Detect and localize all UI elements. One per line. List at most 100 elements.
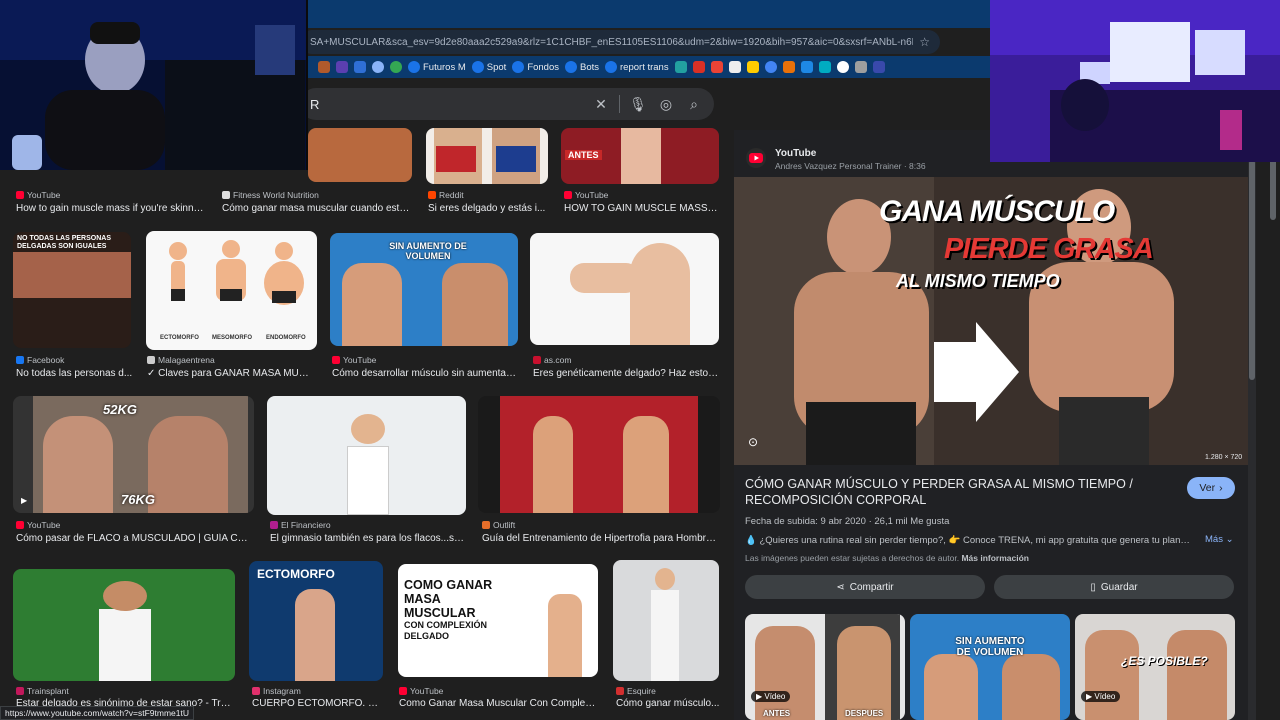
thumb-label: 52KG	[103, 402, 137, 417]
result-thumbnail[interactable]: 52KG 76KG ▶	[13, 396, 254, 513]
save-label: Guardar	[1100, 581, 1138, 593]
site-icon	[482, 521, 490, 529]
source-label: Facebook	[27, 355, 65, 365]
result-thumbnail[interactable]: ECTOMORFO	[249, 561, 383, 681]
result-caption[interactable]: No todas las personas d...	[16, 368, 134, 379]
result-thumbnail[interactable]	[426, 128, 548, 184]
bookmark-spot[interactable]: Spot	[471, 61, 506, 73]
result-thumbnail[interactable]: ECTOMORFO MESOMORFO ENDOMORFO	[146, 231, 317, 350]
lens-search-icon[interactable]: ⊙	[748, 435, 766, 453]
visit-button[interactable]: Ver ›	[1187, 477, 1235, 499]
result-source[interactable]: YouTube	[399, 686, 443, 696]
result-source[interactable]: as.com	[533, 355, 571, 365]
result-thumbnail[interactable]	[308, 128, 412, 182]
bookmark-icon[interactable]	[872, 61, 885, 73]
result-thumbnail[interactable]: NO TODAS LAS PERSONAS DELGADAS SON IGUAL…	[13, 232, 131, 348]
bookmark-icon[interactable]	[728, 61, 741, 73]
result-source[interactable]: Esquire	[616, 686, 656, 696]
search-input[interactable]: R	[310, 97, 583, 112]
result-source[interactable]: Outlift	[482, 520, 515, 530]
result-source[interactable]: Reddit	[428, 190, 464, 200]
bookmark-fondos[interactable]: Fondos	[512, 61, 559, 73]
bookmark-icon[interactable]	[318, 61, 330, 73]
result-caption[interactable]: Guía del Entrenamiento de Hipertrofia pa…	[482, 533, 718, 544]
bookmark-icon[interactable]	[764, 61, 777, 73]
result-thumbnail[interactable]: ANTES	[561, 128, 719, 184]
bookmark-icon[interactable]	[692, 61, 705, 73]
bookmark-icon[interactable]	[674, 61, 687, 73]
source-label: YouTube	[575, 190, 609, 200]
result-source[interactable]: Instagram	[252, 686, 301, 696]
search-box[interactable]: R ✕ 🎙 ◎ ⌕	[300, 88, 714, 120]
badge-label: Vídeo	[1094, 692, 1116, 701]
related-image[interactable]: ¿ES POSIBLE? ▶ Vídeo	[1075, 614, 1235, 720]
thumb-label: ANTES	[565, 150, 602, 160]
result-thumbnail[interactable]	[530, 233, 719, 345]
share-button[interactable]: ⋖ Compartir	[745, 575, 985, 599]
result-caption[interactable]: ✓ Claves para GANAR MASA MUS...	[147, 368, 312, 379]
bookmark-futuros[interactable]: Futuros M	[408, 61, 466, 73]
address-bar[interactable]: SA+MUSCULAR&sca_esv=9d2e80aaa2c529a9&rlz…	[300, 30, 940, 54]
bookmark-icon[interactable]	[854, 61, 867, 73]
panel-source[interactable]: YouTube	[775, 148, 816, 159]
bookmark-star-icon[interactable]: ☆	[919, 35, 930, 49]
result-caption[interactable]: Como Ganar Masa Muscular Con Complexi...	[399, 698, 597, 709]
bookmark-icon[interactable]	[782, 61, 795, 73]
result-thumbnail[interactable]: SIN AUMENTO DE VOLUMEN	[330, 233, 518, 346]
bookmark-report[interactable]: report trans	[605, 61, 669, 73]
result-caption[interactable]: How to gain muscle mass if you're skinny…	[16, 203, 206, 214]
bookmark-icon[interactable]	[710, 61, 723, 73]
url-text[interactable]: SA+MUSCULAR&sca_esv=9d2e80aaa2c529a9&rlz…	[310, 37, 913, 48]
bookmark-icon: ▯	[1090, 581, 1096, 593]
search-icon[interactable]: ⌕	[684, 96, 704, 113]
bookmark-bots[interactable]: Bots	[565, 61, 599, 73]
result-caption[interactable]: Cómo ganar masa muscular cuando está...	[222, 203, 412, 214]
result-thumbnail[interactable]	[613, 560, 719, 681]
result-caption[interactable]: Eres genéticamente delgado? Haz esto ...	[533, 368, 719, 379]
bookmark-icon[interactable]	[800, 61, 813, 73]
preview-image[interactable]: GANA MÚSCULO PIERDE GRASA AL MISMO TIEMP…	[734, 177, 1248, 465]
result-caption[interactable]: HOW TO GAIN MUSCLE MASS I...	[564, 203, 718, 214]
result-caption[interactable]: CUERPO ECTOMORFO. C...	[252, 698, 382, 709]
result-thumbnail[interactable]: COMO GANAR MASA MUSCULAR CON COMPLEXIÓN …	[398, 564, 598, 677]
lens-icon[interactable]: ◎	[656, 96, 676, 113]
result-thumbnail[interactable]	[267, 396, 466, 515]
bookmark-icon[interactable]	[818, 61, 831, 73]
microphone-icon[interactable]: 🎙	[628, 96, 648, 113]
result-source[interactable]: YouTube	[332, 355, 376, 365]
result-caption[interactable]: Cómo ganar músculo...	[616, 698, 720, 709]
more-button[interactable]: Más ⌄	[1205, 534, 1234, 545]
related-image[interactable]: SIN AUMENTO DE VOLUMEN	[910, 614, 1070, 720]
result-caption[interactable]: Cómo pasar de FLACO a MUSCULADO | GUÍA C…	[16, 533, 252, 544]
result-caption[interactable]: Cómo desarrollar músculo sin aumentar ..…	[332, 368, 518, 379]
result-caption[interactable]: El gimnasio también es para los flacos..…	[270, 533, 466, 544]
result-source[interactable]: YouTube	[16, 520, 60, 530]
more-info-link[interactable]: Más información	[961, 553, 1029, 563]
result-source[interactable]: Trainsplant	[16, 686, 69, 696]
save-button[interactable]: ▯ Guardar	[994, 575, 1234, 599]
result-thumbnail[interactable]	[478, 396, 720, 513]
screen: SA+MUSCULAR&sca_esv=9d2e80aaa2c529a9&rlz…	[0, 0, 1280, 720]
bookmark-icon[interactable]	[372, 61, 384, 73]
result-source[interactable]: Malagaentrena	[147, 355, 215, 365]
source-label: Malagaentrena	[158, 355, 215, 365]
result-caption[interactable]: Si eres delgado y estás i...	[428, 203, 548, 214]
source-label: Reddit	[439, 190, 464, 200]
clear-icon[interactable]: ✕	[591, 96, 611, 113]
more-label: Más	[1205, 534, 1223, 545]
result-source[interactable]: Fitness World Nutrition	[222, 190, 319, 200]
bookmark-icon[interactable]	[746, 61, 759, 73]
result-source[interactable]: YouTube	[564, 190, 608, 200]
bookmark-icon[interactable]	[336, 61, 348, 73]
result-source[interactable]: El Financiero	[270, 520, 331, 530]
related-image[interactable]: ▶ Vídeo ANTES DESPUES	[745, 614, 905, 720]
bookmark-icon[interactable]	[390, 61, 402, 73]
share-icon: ⋖	[836, 581, 845, 593]
result-source[interactable]: Facebook	[16, 355, 64, 365]
panel-scroll-thumb[interactable]	[1249, 160, 1255, 380]
result-source[interactable]: YouTube	[16, 190, 60, 200]
bookmark-icon[interactable]	[354, 61, 366, 73]
bookmark-icon[interactable]	[836, 61, 849, 73]
preview-title[interactable]: CÓMO GANAR MÚSCULO Y PERDER GRASA AL MIS…	[745, 476, 1165, 508]
result-thumbnail[interactable]	[13, 569, 235, 681]
